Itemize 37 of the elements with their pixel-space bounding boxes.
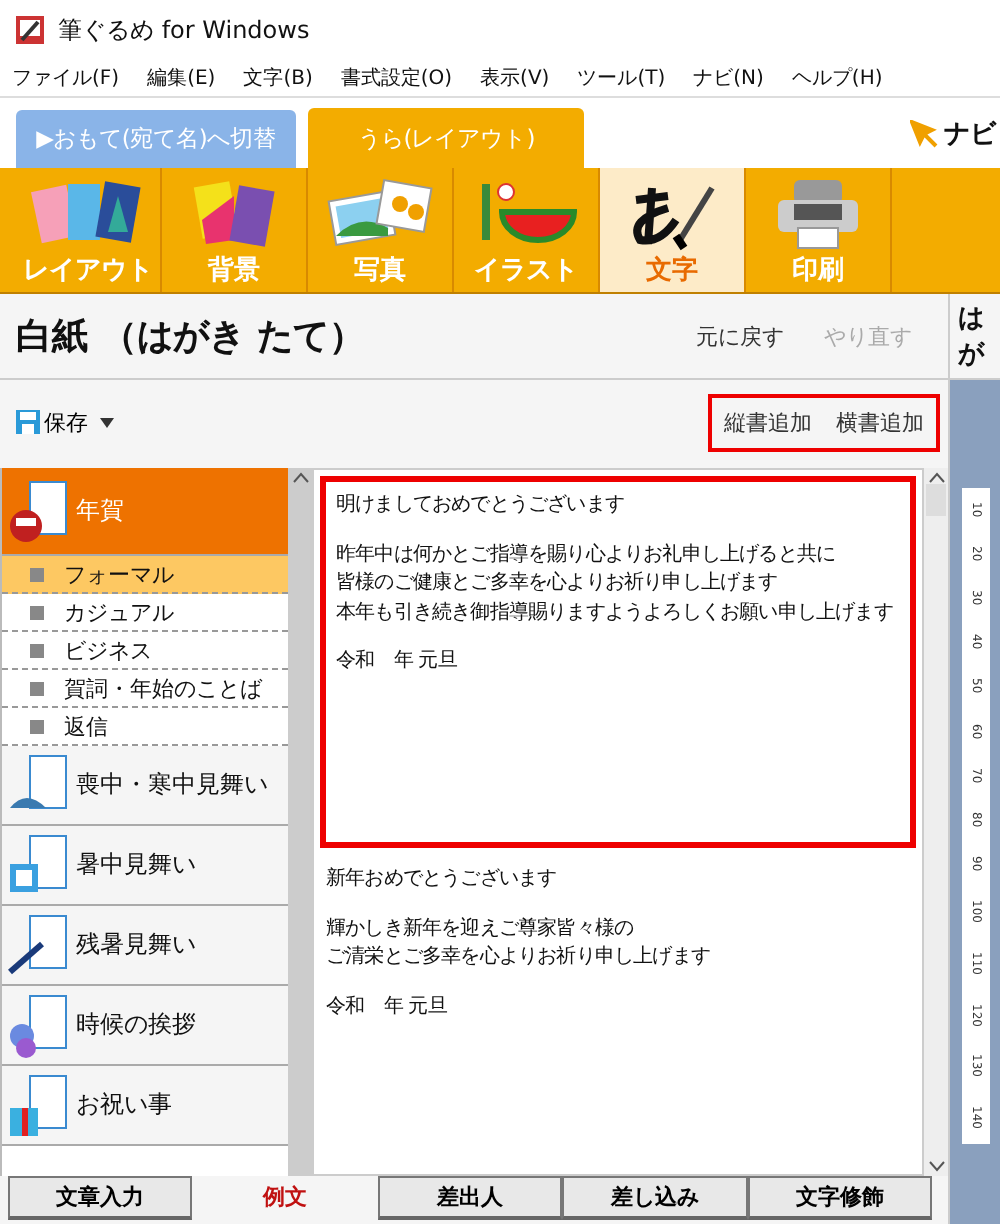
menu-item[interactable]: 表示(V) <box>480 64 550 92</box>
sample-text[interactable]: 明けましておめでとうございます 昨年中は何かとご指導を賜り心よりお礼申し上げると共に 皆様のご健康とご多幸を心よりお祈り申し上げます 本年も引き続き御指導賜りますようよろしくお願い申し上げます 令和 年 元旦 <box>320 476 916 848</box>
scrollbar-thumb[interactable] <box>926 484 946 516</box>
add-text-button[interactable]: 横書追加 <box>824 403 936 441</box>
menu-item[interactable]: ナビ(N) <box>693 64 764 92</box>
menu-item[interactable]: 文字(B) <box>243 64 313 92</box>
scroll-up-icon[interactable] <box>927 472 945 484</box>
category-item[interactable]: 喪中・寒中見舞い <box>2 746 288 826</box>
add-text-button[interactable]: 縦書追加 <box>712 403 824 441</box>
color-cards-icon <box>190 176 278 252</box>
menu-item[interactable]: ツール(T) <box>577 64 666 92</box>
scroll-down-icon[interactable] <box>927 1160 945 1172</box>
app-icon <box>14 14 46 46</box>
bottom-tab[interactable]: 差出人 <box>377 1176 563 1220</box>
menu-item[interactable]: ヘルプ(H) <box>791 64 883 92</box>
menu-item[interactable]: 編集(E) <box>147 64 216 92</box>
bottom-tab[interactable]: 文字修飾 <box>747 1176 933 1220</box>
menu-item[interactable]: ファイル(F) <box>12 64 120 92</box>
dropdown-caret-icon[interactable] <box>100 417 114 427</box>
window-title: 筆ぐるめ for Windows <box>58 13 310 47</box>
category-item[interactable]: お祝い事 <box>2 1066 288 1146</box>
subcategory-item[interactable]: フォーマル <box>2 556 288 594</box>
pointer-icon <box>910 119 938 147</box>
preview-title: はが <box>958 302 987 372</box>
bottom-tab[interactable]: 文章入力 <box>8 1176 193 1220</box>
photos-icon <box>324 176 436 252</box>
category-item[interactable]: 残暑見舞い <box>2 906 288 986</box>
category-item[interactable]: 時候の挨拶 <box>2 986 288 1066</box>
sample-text[interactable]: 新年おめでとうございます 輝かしき新年を迎えご尊家皆々様の ご清栄とご多幸を心よりお祈り申し上げます 令和 年 元旦 <box>314 854 922 1174</box>
category-item[interactable]: 暑中見舞い <box>2 826 288 906</box>
bottom-tab[interactable]: 差し込み <box>562 1176 748 1220</box>
menu-item[interactable]: 書式設定(O) <box>340 64 453 92</box>
navi-label[interactable]: ナビ <box>944 115 996 151</box>
save-button[interactable]: 保存 <box>16 407 88 437</box>
panel-title: 白紙 （はがき たて） <box>16 314 368 360</box>
scroll-up-icon[interactable] <box>291 472 309 484</box>
undo-button[interactable]: 元に戻す <box>676 317 804 355</box>
